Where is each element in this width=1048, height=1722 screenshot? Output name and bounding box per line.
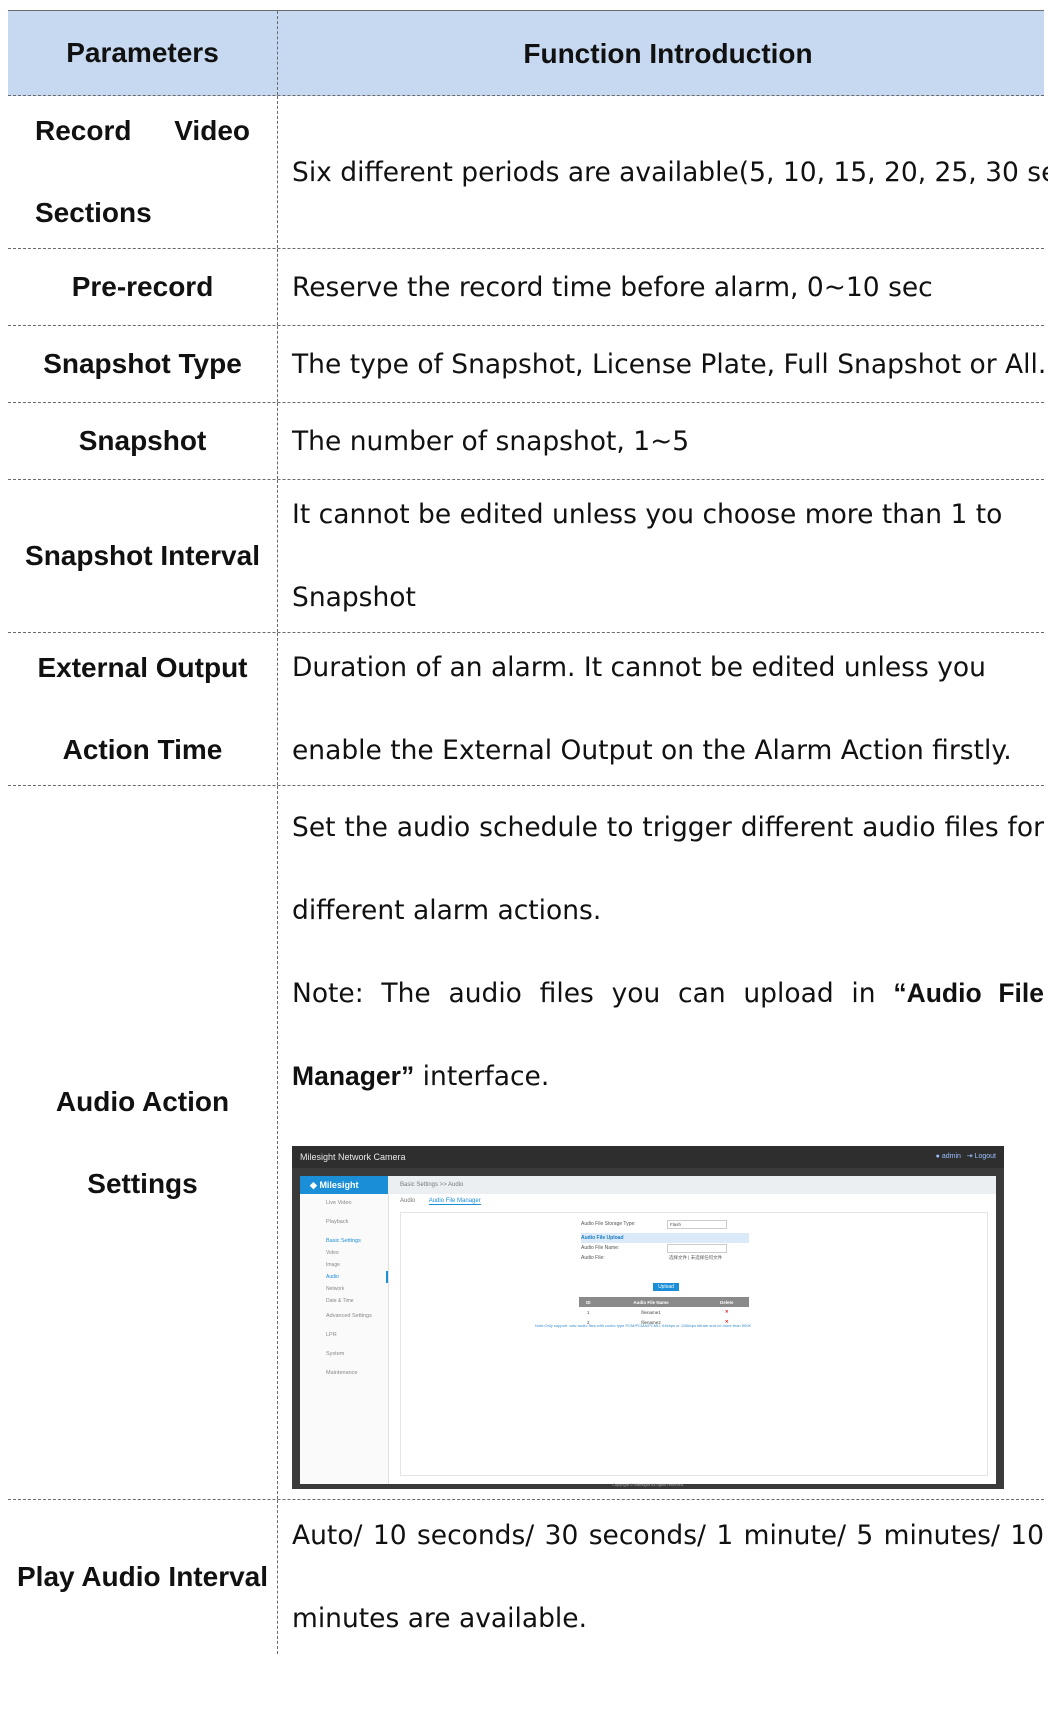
table-row: Audio Action Settings Set the audio sche… bbox=[8, 786, 1044, 1500]
audio-file-chooser[interactable]: 选择文件 | 未选择任何文件 bbox=[667, 1254, 725, 1261]
menu-item-playback[interactable]: Playback bbox=[300, 1217, 388, 1228]
menu-item-date-time[interactable]: Date & Time bbox=[300, 1295, 388, 1307]
table-row: 1 filename1 ✕ bbox=[579, 1307, 749, 1317]
milesight-logo-icon: ◆ bbox=[310, 1180, 317, 1190]
param-cell: Record Video Sections bbox=[8, 96, 278, 248]
menu-item-system[interactable]: System bbox=[300, 1349, 388, 1360]
param-line: Sections bbox=[35, 197, 152, 228]
parameters-table: Parameters Function Introduction Record … bbox=[8, 10, 1048, 1654]
menu-item-live-video[interactable]: Live Video bbox=[300, 1198, 388, 1209]
copyright: Copyright © Milesight All rights reserve… bbox=[611, 1482, 685, 1487]
function-cell: The type of Snapshot, License Plate, Ful… bbox=[292, 348, 1047, 380]
table-row: Snapshot Interval It cannot be edited un… bbox=[8, 480, 1044, 633]
tab-audio[interactable]: Audio bbox=[400, 1198, 415, 1204]
menu-item-network[interactable]: Network bbox=[300, 1283, 388, 1295]
breadcrumb: Basic Settings >> Audio bbox=[388, 1176, 996, 1194]
function-cell: Duration of an alarm. It cannot be edite… bbox=[292, 652, 1012, 766]
param-cell: Snapshot Interval bbox=[8, 480, 278, 632]
table-row: Snapshot The number of snapshot, 1~5 bbox=[8, 403, 1044, 480]
table-row: Record Video Sections Six different peri… bbox=[8, 96, 1048, 249]
table-row: External Output Action Time Duration of … bbox=[8, 633, 1044, 786]
table-header-row: Parameters Function Introduction bbox=[8, 10, 1044, 96]
upload-note: Note:Only support .wav audio files with … bbox=[535, 1323, 752, 1328]
function-cell: Six different periods are available(5, 1… bbox=[292, 156, 1048, 188]
audio-file-name-input[interactable] bbox=[667, 1244, 727, 1253]
storage-type-select[interactable]: Flash bbox=[667, 1220, 727, 1229]
table-row: Play Audio Interval Auto/ 10 seconds/ 30… bbox=[8, 1500, 1044, 1654]
table-row: Pre-record Reserve the record time befor… bbox=[8, 249, 1044, 326]
note-line: Manager” interface. bbox=[292, 1061, 550, 1092]
logout-icon: ⇥ bbox=[966, 1153, 973, 1160]
param-line: Record Video bbox=[35, 115, 250, 146]
menu-item-image[interactable]: Image bbox=[300, 1259, 388, 1271]
param-cell: Snapshot bbox=[8, 403, 278, 479]
function-cell: Set the audio schedule to trigger differ… bbox=[292, 812, 1044, 1489]
header-function: Function Introduction bbox=[523, 37, 813, 69]
menu-item-video[interactable]: Video bbox=[300, 1247, 388, 1259]
delete-icon[interactable]: ✕ bbox=[704, 1307, 749, 1317]
function-cell: It cannot be edited unless you choose mo… bbox=[292, 499, 1003, 613]
param-cell: Pre-record bbox=[8, 249, 278, 325]
function-cell: Auto/ 10 seconds/ 30 seconds/ 1 minute/ … bbox=[292, 1520, 1044, 1634]
param-cell: Snapshot Type bbox=[8, 326, 278, 402]
table-row: Snapshot Type The type of Snapshot, Lice… bbox=[8, 326, 1047, 403]
audio-file-manager-screenshot: Milesight Network Camera ● admin ⇥ Logou… bbox=[292, 1146, 1004, 1489]
upload-button[interactable]: Upload bbox=[653, 1283, 679, 1291]
note-line: Note: The audio files you can upload in … bbox=[292, 978, 1044, 1009]
audio-file-panel: Audio File Storage Type: Flash Audio File… bbox=[400, 1212, 988, 1476]
param-cell: External Output Action Time bbox=[8, 633, 278, 785]
param-cell: Play Audio Interval bbox=[8, 1500, 278, 1654]
tab-audio-file-manager[interactable]: Audio File Manager bbox=[428, 1198, 481, 1205]
upload-section-title: Audio File Upload bbox=[581, 1233, 749, 1243]
menu-item-maintenance[interactable]: Maintenance bbox=[300, 1368, 388, 1379]
user-icon: ● bbox=[935, 1153, 940, 1160]
menu-item-basic-settings[interactable]: Basic Settings bbox=[300, 1236, 388, 1247]
param-cell: Audio Action Settings bbox=[8, 786, 278, 1499]
menu-item-advanced-settings[interactable]: Advanced Settings bbox=[300, 1311, 388, 1322]
menu-item-lpr[interactable]: LPR bbox=[300, 1330, 388, 1341]
camera-title-bar: Milesight Network Camera ● admin ⇥ Logou… bbox=[292, 1146, 1004, 1168]
header-parameters: Parameters bbox=[8, 11, 278, 95]
camera-sidebar: ◆ Milesight Live Video Playback Basic Se… bbox=[300, 1176, 389, 1484]
function-cell: Reserve the record time before alarm, 0~… bbox=[292, 271, 933, 303]
menu-item-audio[interactable]: Audio bbox=[300, 1271, 388, 1283]
camera-tabs: Audio Audio File Manager bbox=[400, 1198, 493, 1205]
function-cell: The number of snapshot, 1~5 bbox=[292, 425, 690, 457]
